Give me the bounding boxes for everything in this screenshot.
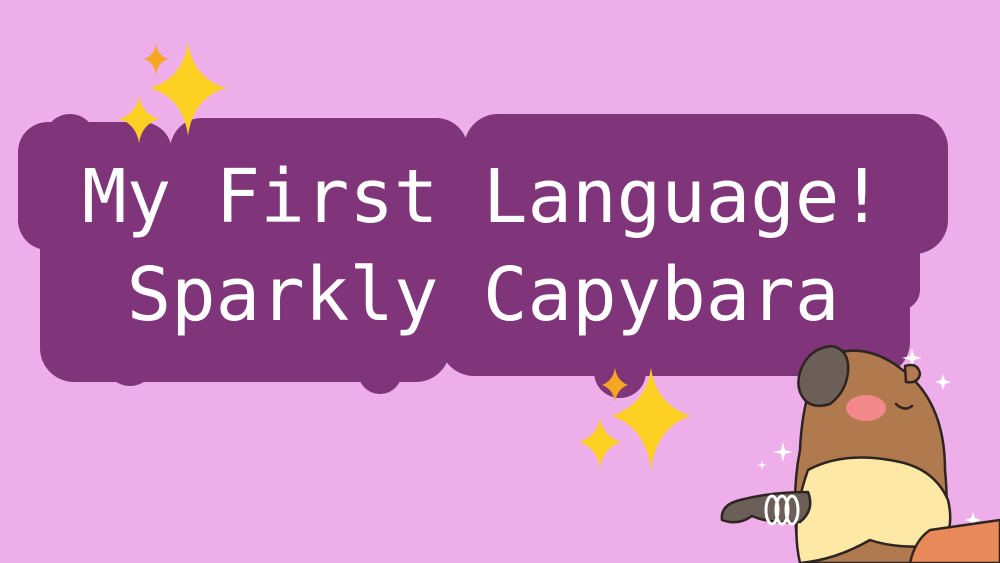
thumbnail-canvas: My First Language! Sparkly Capybara xyxy=(0,0,1000,563)
title-line-2: Sparkly Capybara xyxy=(127,252,840,338)
thumbnail-svg: My First Language! Sparkly Capybara xyxy=(0,0,1000,563)
title-line-1: My First Language! xyxy=(82,154,884,240)
